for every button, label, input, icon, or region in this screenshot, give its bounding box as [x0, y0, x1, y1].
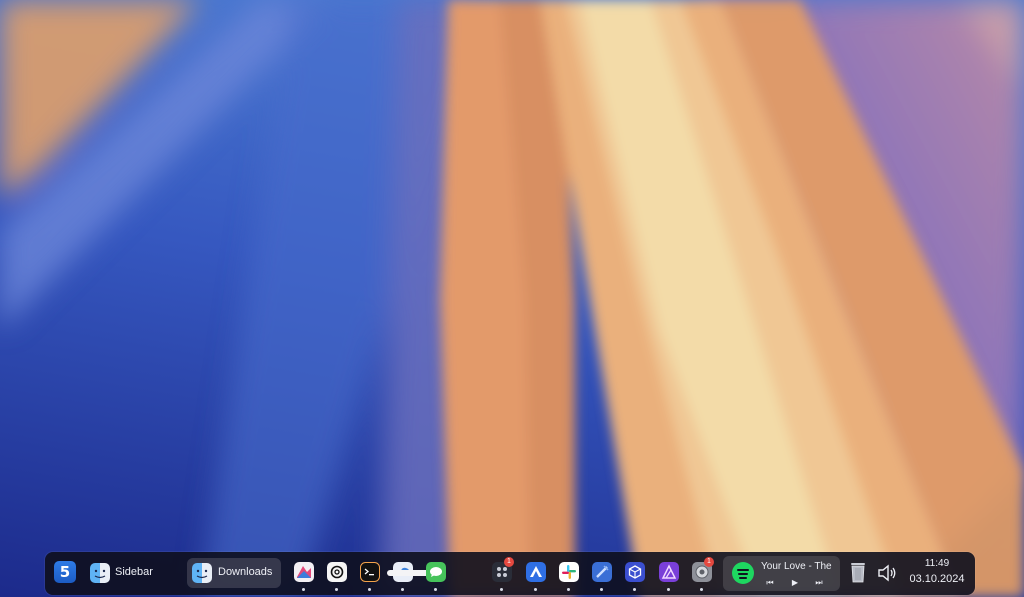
finder-icon — [90, 563, 110, 583]
downloads-button[interactable]: Downloads — [187, 558, 281, 588]
affinity-icon[interactable] — [659, 562, 679, 591]
now-playing-title: Your Love - The — [761, 561, 832, 572]
running-indicator — [500, 588, 503, 591]
sidebar-button-label: Sidebar — [115, 566, 153, 578]
running-indicator — [434, 588, 437, 591]
app-grid-icon[interactable]: 1 — [492, 557, 514, 591]
media-player-widget[interactable]: Your Love - The ⏮ ▶ ⏭ — [723, 556, 840, 591]
chatgpt-icon[interactable] — [327, 562, 347, 591]
running-indicator — [667, 588, 670, 591]
running-indicator — [534, 588, 537, 591]
previous-track-button[interactable]: ⏮ — [764, 578, 776, 588]
sidebar-button[interactable]: Sidebar — [86, 558, 166, 588]
play-button[interactable]: ▶ — [789, 578, 801, 588]
running-indicator — [633, 588, 636, 591]
app-store-like-icon[interactable] — [294, 562, 314, 591]
running-indicator — [600, 588, 603, 591]
running-indicator — [335, 588, 338, 591]
trash-icon[interactable] — [849, 561, 867, 583]
triangle-app-icon[interactable] — [526, 562, 546, 591]
slack-icon[interactable] — [559, 562, 579, 591]
system-settings-icon[interactable]: 1 — [692, 557, 714, 591]
notification-badge: 1 — [504, 557, 514, 567]
next-track-button[interactable]: ⏭ — [813, 578, 825, 588]
clock-time: 11:49 — [924, 558, 950, 569]
downloads-button-label: Downloads — [218, 566, 273, 578]
finder-icon — [192, 563, 212, 583]
running-indicator — [700, 588, 703, 591]
messages-icon[interactable] — [426, 562, 446, 591]
notification-badge: 1 — [704, 557, 714, 567]
running-indicator — [401, 588, 404, 591]
taskbar: 5 Sidebar Downloads 1 1 Your Love - The … — [45, 552, 975, 595]
running-indicator — [567, 588, 570, 591]
app-launcher-label: 5 — [59, 563, 71, 581]
spotify-icon — [732, 562, 754, 584]
running-indicator — [302, 588, 305, 591]
app-launcher-button[interactable]: 5 — [54, 561, 76, 583]
xcode-icon[interactable] — [592, 562, 612, 591]
terminal-icon[interactable] — [360, 562, 380, 591]
running-indicator — [368, 588, 371, 591]
cube-app-icon[interactable] — [625, 562, 645, 591]
clock-date: 03.10.2024 — [909, 573, 965, 585]
desktop-wallpaper — [0, 0, 1024, 597]
volume-icon[interactable] — [877, 564, 897, 582]
